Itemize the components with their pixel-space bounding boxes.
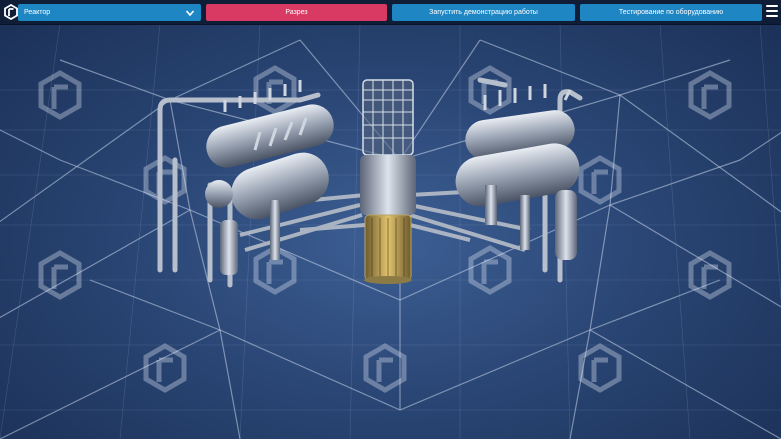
viewport-3d[interactable]: Реактор Разрез Запустить демонстрацию ра…: [0, 0, 781, 439]
top-toolbar: Реактор Разрез Запустить демонстрацию ра…: [0, 0, 781, 25]
brand-logo-icon[interactable]: [3, 4, 19, 20]
steam-generator-right-front: [455, 143, 580, 260]
reactor-model[interactable]: [0, 0, 781, 439]
hamburger-menu-icon[interactable]: [766, 5, 778, 19]
reactor-vessel: [360, 79, 416, 284]
chevron-down-icon: [185, 9, 195, 16]
equipment-test-button-label: Тестирование по оборудованию: [618, 9, 724, 16]
start-demo-button-label: Запустить демонстрацию работы: [429, 9, 538, 16]
equipment-select[interactable]: Реактор: [18, 4, 201, 21]
start-demo-button[interactable]: Запустить демонстрацию работы: [392, 4, 575, 21]
equipment-test-button[interactable]: Тестирование по оборудованию: [580, 4, 762, 21]
cut-button-label: Разрез: [285, 9, 308, 16]
equipment-select-value: Реактор: [24, 9, 51, 16]
cut-button[interactable]: Разрез: [206, 4, 387, 21]
